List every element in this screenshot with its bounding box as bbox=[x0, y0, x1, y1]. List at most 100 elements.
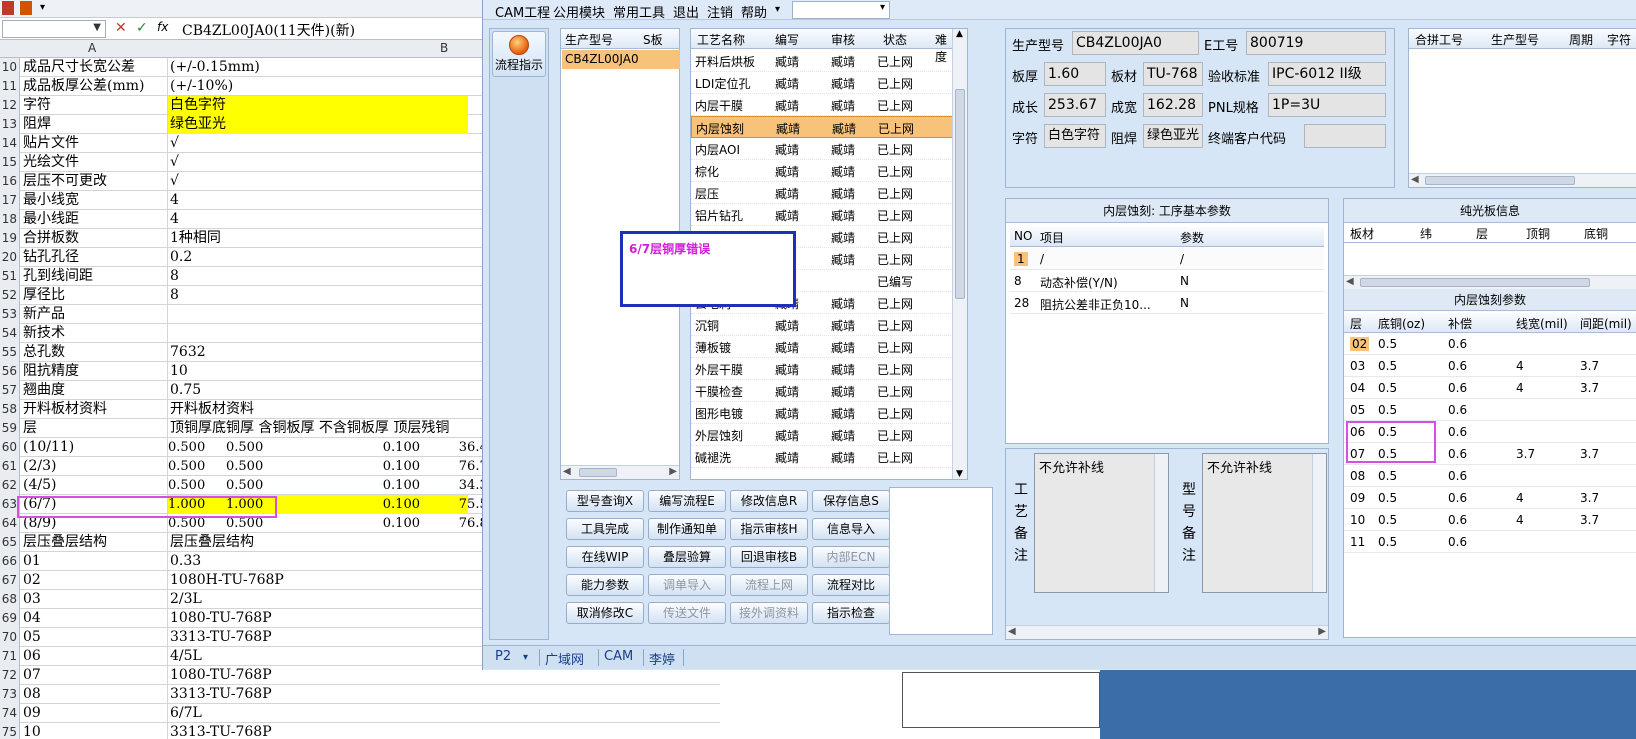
params-value-header[interactable]: 参数 bbox=[1180, 229, 1204, 246]
params-item-header[interactable]: 项目 bbox=[1040, 229, 1064, 246]
process-name-header[interactable]: 工艺名称 bbox=[697, 31, 745, 48]
name-box[interactable]: ▼ bbox=[2, 20, 106, 38]
process-row[interactable]: 碱褪洗 臧靖 臧靖 已上网 bbox=[691, 446, 953, 468]
cell-a[interactable]: (2/3) bbox=[21, 457, 168, 476]
row-number[interactable]: 62 bbox=[0, 476, 20, 495]
etch-compensation-header[interactable]: 补偿 bbox=[1448, 315, 1472, 332]
cell-b[interactable]: 3313-TU-768P bbox=[168, 723, 720, 739]
flow-indication-button[interactable]: 流程指示 bbox=[492, 31, 546, 77]
process-row[interactable]: 薄板镀 臧靖 臧靖 已上网 bbox=[691, 336, 953, 358]
combo-dropdown-icon[interactable]: ▾ bbox=[880, 2, 885, 13]
row-number[interactable]: 73 bbox=[0, 685, 20, 704]
receive-external-data-button[interactable]: 接外调资料 bbox=[730, 602, 808, 624]
scroll-left-icon[interactable]: ◀ bbox=[1346, 276, 1354, 287]
etch-row[interactable]: 11 0.5 0.6 bbox=[1344, 531, 1636, 553]
excel-pdf-icon[interactable] bbox=[20, 1, 32, 15]
bottom-copper-cell[interactable]: 0.500 bbox=[226, 457, 282, 476]
instruction-check-button[interactable]: 指示检查 bbox=[812, 602, 890, 624]
status-header[interactable]: 状态 bbox=[883, 31, 907, 48]
row-number[interactable]: 66 bbox=[0, 552, 20, 571]
lb-top-copper-header[interactable]: 顶铜 bbox=[1526, 225, 1550, 242]
cell-a[interactable]: 最小线宽 bbox=[21, 191, 168, 210]
cell-a[interactable]: 阻抗精度 bbox=[21, 362, 168, 381]
remark-vscroll[interactable] bbox=[1154, 454, 1168, 592]
bottom-copper-cell[interactable]: 0.500 bbox=[226, 476, 282, 495]
process-row[interactable]: 棕化 臧靖 臧靖 已上网 bbox=[691, 160, 953, 182]
row-number[interactable]: 69 bbox=[0, 609, 20, 628]
instruction-review-button[interactable]: 指示审核H bbox=[730, 518, 808, 540]
row-number[interactable]: 19 bbox=[0, 229, 20, 248]
etch-bottom-copper-header[interactable]: 底铜(oz) bbox=[1378, 315, 1425, 332]
send-file-button[interactable]: 传送文件 bbox=[648, 602, 726, 624]
cell-a[interactable]: 新产品 bbox=[21, 305, 168, 324]
column-b-header[interactable]: B bbox=[440, 41, 448, 55]
row-number[interactable]: 14 bbox=[0, 134, 20, 153]
model-remark-box[interactable]: 不允许补线 bbox=[1202, 453, 1327, 593]
process-row[interactable]: 外层干膜 臧靖 臧靖 已上网 bbox=[691, 358, 953, 380]
light-board-hscroll[interactable]: ◀ bbox=[1344, 275, 1636, 289]
cell-a[interactable]: 成品板厚公差(mm) bbox=[21, 77, 168, 96]
lb-bottom-copper-header[interactable]: 底铜 bbox=[1584, 225, 1608, 242]
formula-input[interactable]: CB4ZL00JA0(11天件)(新) bbox=[182, 20, 355, 40]
excel-doc-icon[interactable] bbox=[2, 1, 14, 15]
params-row[interactable]: 28 阻抗公差非正负10... N bbox=[1010, 292, 1324, 314]
cell-a[interactable]: 贴片文件 bbox=[21, 134, 168, 153]
row-number[interactable]: 16 bbox=[0, 172, 20, 191]
remark-vscroll[interactable] bbox=[1312, 454, 1326, 592]
modify-info-button[interactable]: 修改信息R bbox=[730, 490, 808, 512]
scroll-right-icon[interactable]: ▶ bbox=[1318, 626, 1326, 637]
pnl-spec-field[interactable]: 1P=3U bbox=[1268, 93, 1386, 117]
cell-a[interactable]: (4/5) bbox=[21, 476, 168, 495]
menu-cam-engineering[interactable]: CAM工程 bbox=[495, 2, 550, 21]
row-number[interactable]: 15 bbox=[0, 153, 20, 172]
cell-a[interactable]: 08 bbox=[21, 685, 168, 704]
etch-row[interactable]: 03 0.5 0.6 4 3.7 bbox=[1344, 355, 1636, 377]
width-field[interactable]: 162.28 bbox=[1143, 93, 1203, 117]
s-board-col-header[interactable]: S板 bbox=[643, 31, 663, 48]
row-number[interactable]: 20 bbox=[0, 248, 20, 267]
etch-row[interactable]: 02 0.5 0.6 bbox=[1344, 333, 1636, 355]
cell-a[interactable]: 06 bbox=[21, 647, 168, 666]
cell-a[interactable]: 09 bbox=[21, 704, 168, 723]
process-row[interactable]: 层压 臧靖 臧靖 已上网 bbox=[691, 182, 953, 204]
row-number[interactable]: 56 bbox=[0, 362, 20, 381]
process-row[interactable]: 图形电镀 臧靖 臧靖 已上网 bbox=[691, 402, 953, 424]
lb-weft-header[interactable]: 纬 bbox=[1420, 225, 1432, 242]
cell-a[interactable]: 03 bbox=[21, 590, 168, 609]
cell-a[interactable]: 阻焊 bbox=[21, 115, 168, 134]
row-number[interactable]: 65 bbox=[0, 533, 20, 552]
etch-row[interactable]: 10 0.5 0.6 4 3.7 bbox=[1344, 509, 1636, 531]
save-info-button[interactable]: 保存信息S bbox=[812, 490, 890, 512]
status-p2[interactable]: P2 bbox=[495, 649, 511, 664]
row-number[interactable]: 52 bbox=[0, 286, 20, 305]
core-thickness-cell[interactable]: 0.100 bbox=[340, 514, 430, 533]
process-list-vscroll[interactable]: ▲ ▼ bbox=[952, 29, 967, 479]
cell-a[interactable]: 10 bbox=[21, 723, 168, 739]
cell-a[interactable]: 字符 bbox=[21, 96, 168, 115]
name-box-dropdown-icon[interactable]: ▼ bbox=[93, 22, 101, 33]
cell-b[interactable]: 3313-TU-768P bbox=[168, 685, 720, 704]
row-number[interactable]: 61 bbox=[0, 457, 20, 476]
etch-row[interactable]: 04 0.5 0.6 4 3.7 bbox=[1344, 377, 1636, 399]
cell-a[interactable]: 层压不可更改 bbox=[21, 172, 168, 191]
params-row[interactable]: 8 动态补偿(Y/N) N bbox=[1010, 270, 1324, 292]
row-number[interactable]: 72 bbox=[0, 666, 20, 685]
menu-exit[interactable]: 退出 bbox=[673, 2, 699, 21]
tool-complete-button[interactable]: 工具完成 bbox=[566, 518, 644, 540]
capability-params-button[interactable]: 能力参数 bbox=[566, 574, 644, 596]
model-query-button[interactable]: 型号查询X bbox=[566, 490, 644, 512]
cell-a[interactable]: 开料板材资料 bbox=[21, 400, 168, 419]
toolbar-dropdown-icon[interactable]: ▾ bbox=[40, 2, 45, 13]
combo-model-header[interactable]: 生产型号 bbox=[1491, 31, 1539, 48]
cell-a[interactable]: 总孔数 bbox=[21, 343, 168, 362]
row-number[interactable]: 11 bbox=[0, 77, 20, 96]
row-number[interactable]: 59 bbox=[0, 419, 20, 438]
row-number[interactable]: 55 bbox=[0, 343, 20, 362]
etch-row[interactable]: 08 0.5 0.6 bbox=[1344, 465, 1636, 487]
row-number[interactable]: 67 bbox=[0, 571, 20, 590]
cell-a[interactable]: 04 bbox=[21, 609, 168, 628]
stackup-verify-button[interactable]: 叠层验算 bbox=[648, 546, 726, 568]
cell-b[interactable]: 6/7L bbox=[168, 704, 720, 723]
cell-b[interactable]: 白色字符 bbox=[168, 96, 468, 115]
scroll-thumb[interactable] bbox=[1425, 176, 1575, 185]
